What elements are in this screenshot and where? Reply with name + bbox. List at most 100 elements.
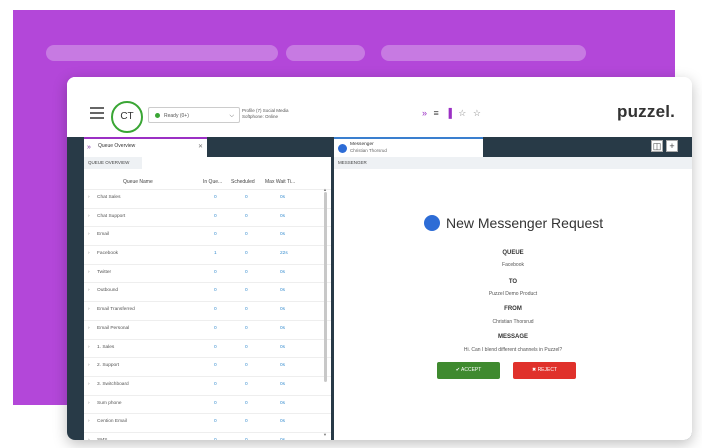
column-header[interactable]: Max Wait Ti... bbox=[265, 179, 295, 185]
queue-name: SMS bbox=[97, 438, 107, 440]
table-row[interactable]: › 3. Switchboard 0 0 0s bbox=[84, 375, 331, 395]
chevron-right-icon: › bbox=[88, 269, 90, 275]
table-row[interactable]: › Outbound 0 0 0s bbox=[84, 282, 331, 301]
queue-name: 2. Support bbox=[97, 363, 120, 369]
max-wait-time: 0s bbox=[280, 363, 286, 369]
table-row[interactable]: › Email Personal 0 0 0s bbox=[84, 319, 331, 339]
placeholder-bar bbox=[381, 45, 586, 61]
table-row[interactable]: › Sum phone 0 0 0s bbox=[84, 394, 331, 414]
in-queue-count: 0 bbox=[214, 288, 217, 294]
request-title: New Messenger Request bbox=[424, 215, 603, 231]
table-row[interactable]: › Chat Support 0 0 0s bbox=[84, 207, 331, 227]
chevron-right-icon: › bbox=[88, 363, 90, 369]
chevron-right-icon: › bbox=[88, 288, 90, 294]
scheduled-count: 0 bbox=[245, 195, 248, 200]
max-wait-time: 0s bbox=[280, 269, 286, 275]
tab-subtitle: Christian Thorsrud bbox=[350, 148, 387, 153]
tab-messenger[interactable]: Messenger Christian Thorsrud bbox=[334, 137, 483, 157]
scheduled-count: 0 bbox=[245, 288, 248, 294]
chevron-right-icon: › bbox=[88, 381, 90, 387]
max-wait-time: 0s bbox=[280, 195, 286, 200]
max-wait-time: 0s bbox=[280, 307, 286, 313]
profile-info: Profile (7) Social Media Softphone: Onli… bbox=[242, 108, 289, 120]
menu-icon[interactable] bbox=[90, 107, 104, 122]
agent-app-window: CT Ready (0+) ⌵ Profile (7) Social Media… bbox=[67, 77, 692, 440]
table-row[interactable]: › Facebook 1 0 22s bbox=[84, 245, 331, 264]
scheduled-count: 0 bbox=[245, 232, 248, 238]
chevron-right-icon: › bbox=[88, 325, 90, 331]
chevron-right-icon: › bbox=[88, 419, 90, 425]
scroll-down-icon[interactable]: ▼ bbox=[323, 432, 327, 437]
column-header[interactable]: Scheduled bbox=[231, 179, 255, 185]
queue-overview-panel: » Queue Overview ✕ QUEUE OVERVIEW Queue … bbox=[84, 137, 331, 440]
queue-label: QUEUE bbox=[502, 250, 524, 256]
scheduled-count: 0 bbox=[245, 344, 248, 350]
chevron-right-icon: › bbox=[88, 232, 90, 238]
scheduled-count: 0 bbox=[245, 269, 248, 275]
messenger-icon bbox=[424, 215, 440, 231]
status-dropdown[interactable]: Ready (0+) ⌵ bbox=[148, 107, 240, 123]
accept-button[interactable]: ✔ ACCEPT bbox=[437, 362, 500, 379]
messenger-panel: Messenger Christian Thorsrud ◫ + MESSENG… bbox=[334, 137, 692, 440]
in-queue-count: 0 bbox=[214, 325, 217, 331]
message-label: MESSAGE bbox=[497, 334, 528, 340]
column-header[interactable]: In Que... bbox=[203, 179, 222, 185]
reject-button[interactable]: ✖ REJECT bbox=[513, 362, 576, 379]
in-queue-count: 0 bbox=[214, 307, 217, 313]
chevron-right-icon: › bbox=[88, 213, 90, 219]
table-row[interactable]: › Email 0 0 0s bbox=[84, 226, 331, 245]
in-queue-count: 0 bbox=[214, 363, 217, 369]
in-queue-count: 0 bbox=[214, 213, 217, 219]
queue-value: Facebook bbox=[502, 262, 524, 268]
table-row[interactable]: › 1. Sales 0 0 0s bbox=[84, 338, 331, 358]
in-queue-count: 0 bbox=[214, 438, 217, 440]
queue-icon[interactable]: » bbox=[422, 108, 427, 118]
in-queue-count: 0 bbox=[214, 381, 217, 387]
close-icon[interactable]: ✕ bbox=[198, 143, 203, 150]
tab-bar: » Queue Overview ✕ bbox=[84, 137, 331, 157]
layout-icon[interactable]: ◫ bbox=[651, 140, 663, 152]
chevron-right-icon: › bbox=[88, 400, 90, 406]
table-row[interactable]: › 2. Support 0 0 0s bbox=[84, 357, 331, 376]
chevron-down-icon: ⌵ bbox=[229, 113, 234, 119]
request-title-text: New Messenger Request bbox=[446, 215, 604, 231]
scheduled-count: 0 bbox=[245, 363, 248, 369]
queue-name: Twitter bbox=[97, 269, 112, 275]
in-queue-count: 0 bbox=[214, 232, 217, 238]
tab-bar: ◫ + bbox=[483, 137, 692, 157]
column-header[interactable]: Queue Name bbox=[123, 179, 153, 185]
in-queue-count: 1 bbox=[214, 251, 217, 257]
queue-name: Email Transferred bbox=[97, 307, 135, 313]
table-row[interactable]: › Twitter 0 0 0s bbox=[84, 263, 331, 283]
max-wait-time: 0s bbox=[280, 438, 285, 440]
avatar[interactable]: CT bbox=[111, 101, 143, 133]
scheduled-count: 0 bbox=[245, 381, 248, 387]
in-queue-count: 0 bbox=[214, 269, 217, 275]
placeholder-bar bbox=[286, 45, 365, 61]
table-row[interactable]: › Chat Sales 0 0 0s bbox=[84, 189, 331, 208]
add-tab-button[interactable]: + bbox=[666, 140, 678, 152]
chevron-right-icon: › bbox=[88, 251, 90, 257]
in-queue-count: 0 bbox=[214, 400, 217, 406]
table-row[interactable]: › Email Transferred 0 0 0s bbox=[84, 301, 331, 320]
from-label: FROM bbox=[504, 306, 522, 312]
scheduled-count: 0 bbox=[245, 251, 248, 257]
scrollbar[interactable] bbox=[324, 192, 327, 382]
scheduled-count: 0 bbox=[245, 400, 248, 406]
status-dot-icon bbox=[155, 113, 160, 119]
toolbar-icons: » ≡ ▐ ☆ ☆ bbox=[422, 108, 485, 119]
tab-queue-overview[interactable]: » Queue Overview ✕ bbox=[84, 137, 207, 157]
in-queue-count: 0 bbox=[214, 419, 217, 425]
table-row[interactable]: › SMS 0 0 0s bbox=[84, 431, 331, 440]
table-header: Queue Name In Que... Scheduled Max Wait … bbox=[84, 175, 331, 189]
favorite-icon[interactable]: ☆ bbox=[473, 108, 481, 118]
to-value: Puzzel Demo Product bbox=[488, 291, 538, 297]
message-value: Hi. Can I blend different channels in Pu… bbox=[463, 347, 563, 353]
top-bar: CT Ready (0+) ⌵ Profile (7) Social Media… bbox=[67, 77, 692, 137]
chevron-right-icon: › bbox=[88, 438, 90, 440]
library-icon[interactable]: ≡ bbox=[434, 108, 439, 118]
star-icon[interactable]: ☆ bbox=[458, 108, 466, 118]
table-row[interactable]: › Cention Email 0 0 0s bbox=[84, 413, 331, 432]
stats-icon[interactable]: ▐ bbox=[445, 108, 451, 118]
chevron-right-icon: › bbox=[88, 195, 90, 200]
